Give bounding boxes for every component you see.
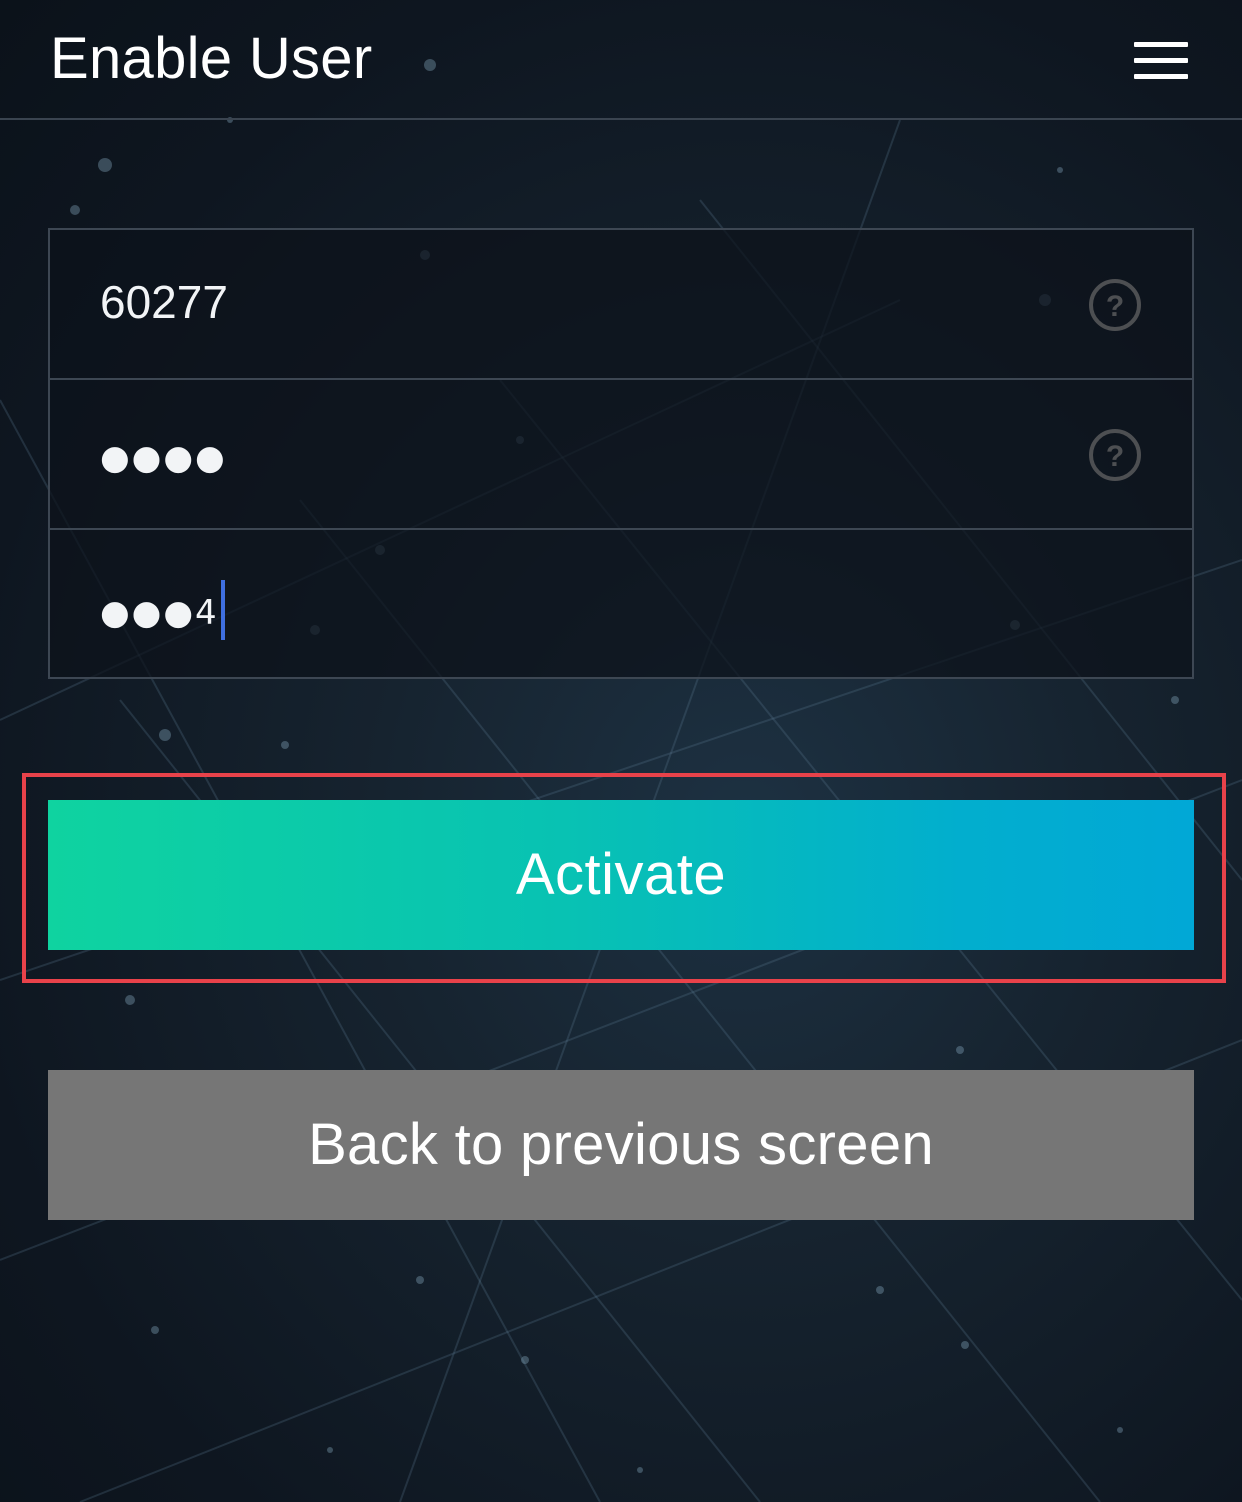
confirm-password-text: ●●●4 [100,593,219,633]
password-field[interactable]: ●●●● ? [50,380,1192,530]
page-title: Enable User [50,26,373,91]
user-id-value: 60277 [100,276,228,328]
svg-text:?: ? [1106,290,1124,323]
enable-user-form: 60277 ? ●●●● ? ●●●4 [48,228,1194,679]
activate-button[interactable]: Activate [48,800,1194,950]
confirm-password-value: ●●●4 [100,580,225,641]
svg-text:?: ? [1106,440,1124,473]
question-circle-icon[interactable]: ? [1088,428,1142,482]
confirm-password-field[interactable]: ●●●4 [50,530,1192,680]
app-header: Enable User [0,0,1242,120]
text-caret [220,580,225,640]
back-to-previous-screen-button[interactable]: Back to previous screen [48,1070,1194,1220]
hamburger-menu-icon[interactable] [1134,40,1188,80]
question-circle-icon[interactable]: ? [1088,278,1142,332]
starfield-background [0,59,1242,1502]
password-value: ●●●● [100,438,227,478]
user-id-field[interactable]: 60277 ? [50,230,1192,380]
